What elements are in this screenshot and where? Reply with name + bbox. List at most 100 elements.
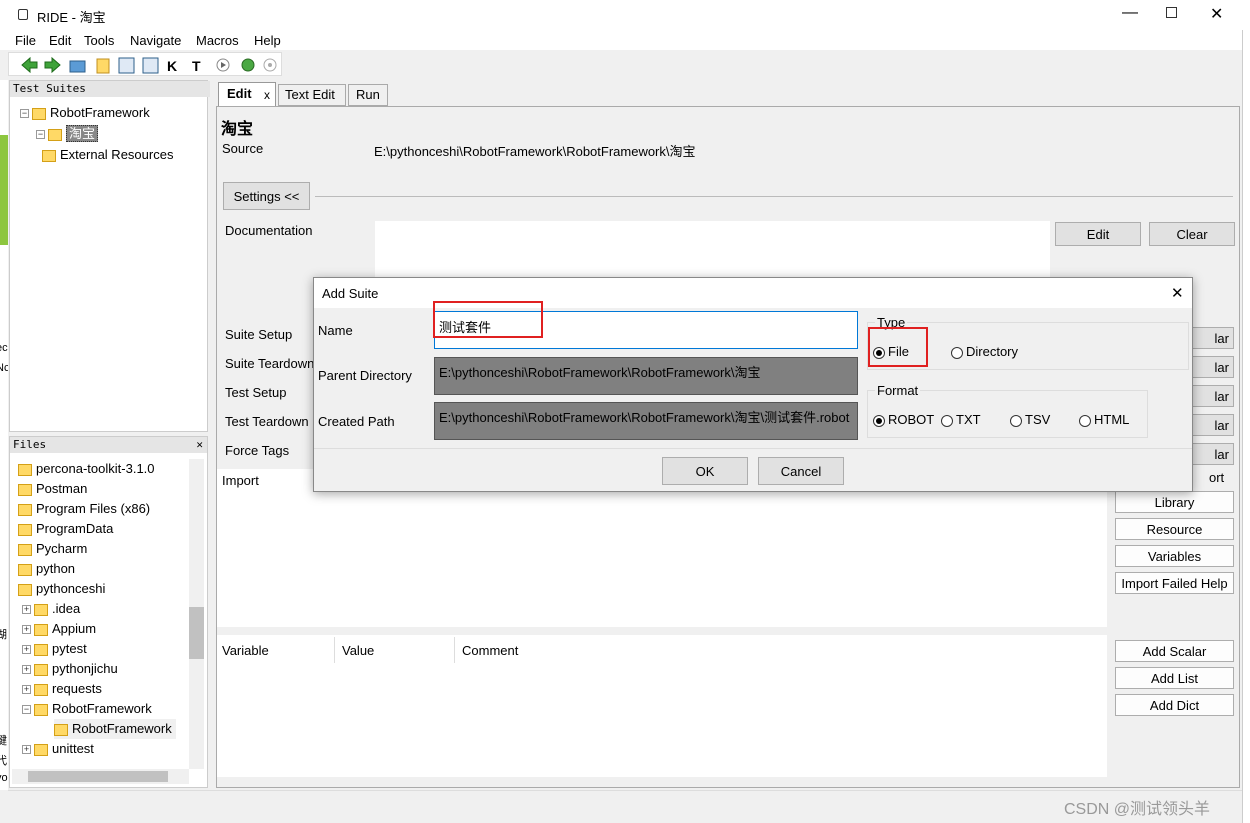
menu-navigate[interactable]: Navigate	[130, 33, 181, 48]
window-title: RIDE - 淘宝	[37, 10, 106, 25]
column-value: Value	[342, 643, 375, 658]
test-teardown-label: Test Teardown	[225, 414, 309, 429]
edge-text: ec	[0, 342, 8, 354]
name-label: Name	[318, 323, 353, 338]
menu-edit[interactable]: Edit	[49, 33, 71, 48]
documentation-field[interactable]	[375, 221, 1050, 281]
tree-item-robotframework[interactable]: − RobotFramework	[20, 103, 150, 123]
close-icon[interactable]: ✕	[1171, 284, 1184, 302]
file-item[interactable]: python	[18, 559, 75, 579]
debug-icon	[241, 58, 255, 72]
import-partial-label: ort	[1209, 470, 1225, 485]
folder-icon	[32, 107, 46, 120]
save-all-icon	[142, 57, 159, 74]
clear-button[interactable]: Clear	[1149, 222, 1235, 246]
file-item[interactable]: Postman	[18, 479, 87, 499]
source-value: E:\pythonceshi\RobotFramework\RobotFrame…	[374, 144, 696, 159]
edge-text: Nc	[0, 362, 8, 374]
file-item[interactable]: + pythonjichu	[22, 659, 118, 679]
parent-directory-label: Parent Directory	[318, 368, 412, 383]
tree-item-external-resources[interactable]: External Resources	[42, 145, 173, 165]
settings-toggle-button[interactable]: Settings <<	[223, 182, 310, 210]
file-item[interactable]: Program Files (x86)	[18, 499, 150, 519]
new-folder-icon	[96, 58, 110, 74]
file-item[interactable]: percona-toolkit-3.1.0	[18, 459, 155, 479]
format-tsv-radio[interactable]: TSV	[1010, 412, 1050, 427]
t-icon: T	[192, 58, 201, 74]
library-button[interactable]: Library	[1115, 491, 1234, 513]
file-item-selected[interactable]: RobotFramework	[54, 719, 176, 739]
import-failed-help-button[interactable]: Import Failed Help	[1115, 572, 1234, 594]
format-html-radio[interactable]: HTML	[1079, 412, 1129, 427]
arrow-right-icon	[44, 56, 61, 74]
edge-text: 湖	[0, 629, 7, 641]
tab-strip: Edit x Text Edit Run	[216, 82, 1240, 106]
minimize-button[interactable]: —	[1120, 4, 1140, 22]
panel-header: Test Suites	[10, 81, 210, 97]
source-label: Source	[222, 141, 264, 156]
save-icon	[118, 57, 135, 74]
type-directory-radio[interactable]: Directory	[951, 344, 1018, 359]
file-item[interactable]: ProgramData	[18, 519, 113, 539]
menu-tools[interactable]: Tools	[84, 33, 114, 48]
format-txt-radio[interactable]: TXT	[941, 412, 981, 427]
dialog-title: Add Suite	[322, 286, 379, 301]
close-icon[interactable]: x	[264, 88, 270, 102]
watermark: CSDN @测试领头羊	[1064, 801, 1211, 818]
menu-help[interactable]: Help	[254, 33, 281, 48]
status-bar	[8, 790, 1242, 817]
file-item[interactable]: pythonceshi	[18, 579, 105, 599]
add-list-button[interactable]: Add List	[1115, 667, 1234, 689]
file-item[interactable]: + Appium	[22, 619, 96, 639]
menu-file[interactable]: File	[15, 33, 36, 48]
test-setup-label: Test Setup	[225, 385, 287, 400]
format-label: Format	[875, 383, 921, 398]
tab-edit[interactable]: Edit x	[218, 82, 276, 106]
cancel-button[interactable]: Cancel	[758, 457, 844, 485]
name-highlight-box	[433, 301, 543, 338]
documentation-label: Documentation	[225, 223, 313, 238]
horizontal-scrollbar[interactable]	[12, 769, 189, 784]
k-icon: K	[167, 58, 177, 74]
toolbar-icons: K T	[21, 56, 277, 74]
format-robot-radio[interactable]: ROBOT	[873, 412, 934, 427]
app-icon	[18, 9, 28, 20]
ok-button[interactable]: OK	[662, 457, 748, 485]
force-tags-label: Force Tags	[225, 443, 290, 458]
created-path-label: Created Path	[318, 414, 395, 429]
variables-button[interactable]: Variables	[1115, 545, 1234, 567]
edge-text: 代	[0, 755, 7, 767]
column-comment: Comment	[462, 643, 519, 658]
file-item[interactable]: + unittest	[22, 739, 94, 759]
file-item[interactable]: + .idea	[22, 599, 80, 619]
folder-icon	[42, 149, 56, 162]
file-item[interactable]: Pycharm	[18, 539, 87, 559]
tree-item-taobao[interactable]: − 淘宝	[36, 124, 99, 144]
file-highlight-box	[868, 327, 928, 367]
suite-setup-label: Suite Setup	[225, 327, 293, 342]
scroll-thumb[interactable]	[28, 771, 168, 782]
tab-run[interactable]: Run	[348, 84, 388, 106]
resource-button[interactable]: Resource	[1115, 518, 1234, 540]
suite-teardown-label: Suite Teardown	[225, 356, 315, 371]
edit-button[interactable]: Edit	[1055, 222, 1141, 246]
import-table[interactable]	[217, 469, 1107, 627]
column-variable: Variable	[222, 643, 269, 658]
tab-text-edit[interactable]: Text Edit	[278, 84, 346, 106]
add-dict-button[interactable]: Add Dict	[1115, 694, 1234, 716]
file-item[interactable]: − RobotFramework	[22, 699, 152, 719]
maximize-button[interactable]	[1166, 7, 1177, 18]
left-edge-strip: ec Nc 湖 键 代 vo	[0, 80, 8, 790]
scroll-thumb[interactable]	[189, 607, 204, 659]
add-scalar-button[interactable]: Add Scalar	[1115, 640, 1234, 662]
close-window-button[interactable]: ✕	[1210, 4, 1223, 24]
test-suites-panel: Test Suites − RobotFramework − 淘宝 External…	[9, 80, 210, 432]
vertical-scrollbar[interactable]	[189, 459, 204, 769]
close-icon[interactable]: ✕	[196, 437, 203, 453]
add-suite-dialog: Add Suite ✕ Name 测试套件 Parent Directory E…	[313, 277, 1193, 492]
suite-title: 淘宝	[221, 121, 254, 138]
arrow-left-icon	[21, 56, 38, 74]
menu-macros[interactable]: Macros	[196, 33, 239, 48]
file-item[interactable]: + pytest	[22, 639, 87, 659]
file-item[interactable]: + requests	[22, 679, 102, 699]
